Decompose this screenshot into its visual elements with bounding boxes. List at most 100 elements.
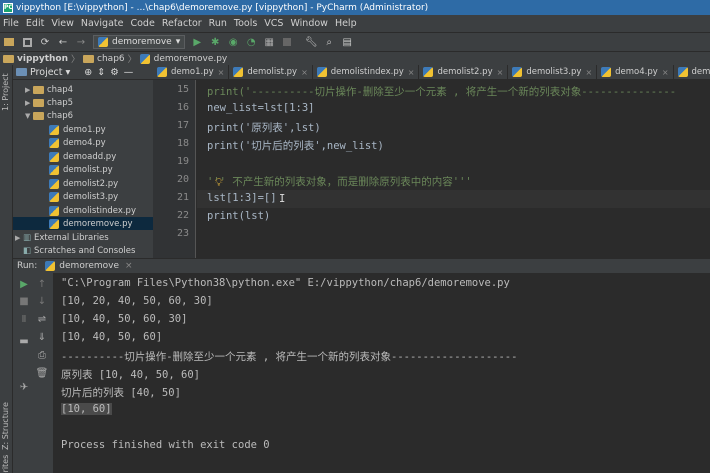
scroll-to-end-icon[interactable]: ⇓ [36,331,48,343]
tab-label: demo1.py [171,67,214,77]
breadcrumb-folder[interactable]: chap6 [97,54,125,64]
close-icon[interactable]: × [497,68,504,77]
tree-item-label: demolistindex.py [63,205,136,216]
close-icon[interactable]: × [408,68,415,77]
menu-vcs[interactable]: VCS [264,18,283,29]
tab-demo1[interactable]: demo1.py × [153,65,230,79]
menu-view[interactable]: View [51,18,74,29]
debug-icon[interactable]: ✱ [209,36,221,48]
menu-run[interactable]: Run [209,18,227,29]
tab-demo4[interactable]: demo4.py × [597,65,674,79]
tab-demolist[interactable]: demolist.py × [229,65,313,79]
tree-item-demolist2[interactable]: demolist2.py [49,177,118,190]
close-icon[interactable]: × [301,68,308,77]
tab-demoadd[interactable]: demoadd.py× [674,65,710,79]
search-icon[interactable]: ⌕ [323,36,335,48]
tree-item-label: demoremove.py [63,218,133,229]
stop-icon[interactable]: ■ [18,295,30,307]
breadcrumb-file[interactable]: demoremove.py [154,54,228,64]
project-panel-title[interactable]: Project [30,67,63,78]
hide-panel-icon[interactable]: — [124,67,134,78]
down-icon[interactable]: ↓ [36,295,48,307]
structure-icon[interactable]: ▤ [341,36,353,48]
python-file-icon [677,67,688,77]
tree-item-scratches[interactable]: ◧ Scratches and Consoles [23,244,135,257]
print-icon[interactable]: ⎙ [36,349,48,361]
lightbulb-icon[interactable]: 💡︎ [215,176,223,190]
tree-item-chap5[interactable]: ▶ chap5 [25,96,73,109]
tree-item-demoremove[interactable]: demoremove.py [13,217,153,230]
tree-item-label: Scratches and Consoles [34,245,136,256]
profile-icon[interactable]: ◔ [245,36,257,48]
tab-demolistindex[interactable]: demolistindex.py × [313,65,420,79]
structure-tool-tab[interactable]: Z: Structure [1,395,10,450]
console-line: [10, 40, 50, 60, 30] [61,313,188,325]
close-icon[interactable]: × [585,68,592,77]
tree-item-label: chap6 [47,110,74,121]
stop-icon[interactable] [281,36,293,48]
python-file-icon [139,53,150,64]
menu-edit[interactable]: Edit [26,18,44,29]
locate-icon[interactable]: ⊕ [84,67,92,78]
tree-item-demo4[interactable]: demo4.py [49,136,106,149]
clear-icon[interactable]: 🗑︎ [36,367,49,379]
layout-icon[interactable]: ▬ [18,335,30,347]
code-editor[interactable]: 15 16 17 18 19 20 21 22 23 print('------… [153,80,710,258]
pin-icon[interactable]: ✈ [18,381,30,393]
menu-navigate[interactable]: Navigate [81,18,124,29]
menu-bar: File Edit View Navigate Code Refactor Ru… [0,15,710,32]
chevron-down-icon[interactable]: ▾ [66,67,71,78]
run-tab-label[interactable]: demoremove [59,261,119,271]
menu-window[interactable]: Window [290,18,327,29]
rerun-icon[interactable]: ▶ [18,278,30,290]
up-icon[interactable]: ↑ [36,278,48,290]
folder-icon [33,85,44,94]
menu-file[interactable]: File [3,18,19,29]
python-file-icon [512,67,523,77]
python-file-icon [49,191,59,202]
concurrency-icon[interactable]: ▦ [263,36,275,48]
tab-label: demolist.py [247,67,298,77]
tree-item-chap4[interactable]: ▶ chap4 [25,83,73,96]
collapse-all-icon[interactable]: ⇕ [97,67,105,78]
tree-item-external-libraries[interactable]: ▶ ▥ External Libraries [15,231,109,244]
sync-icon[interactable]: ⟳ [39,36,51,48]
python-file-icon [601,67,612,77]
tree-item-demolist[interactable]: demolist.py [49,163,113,176]
tree-item-demolist3[interactable]: demolist3.py [49,190,118,203]
run-console[interactable]: "C:\Program Files\Python38\python.exe" E… [53,273,710,473]
run-toolbar: ▶ ↑ ■ ↓ Ⅱ ⇌ ⇓ ▬ ⎙ ✈ 🗑︎ [13,273,53,473]
menu-refactor[interactable]: Refactor [162,18,202,29]
back-icon[interactable]: ← [57,36,69,48]
menu-tools[interactable]: Tools [234,18,257,29]
breadcrumb-project[interactable]: vippython [17,54,68,64]
tree-item-demolistindex[interactable]: demolistindex.py [49,204,136,217]
tree-item-chap6[interactable]: ▼ chap6 [25,109,73,122]
text-cursor-icon: I [279,193,286,205]
python-file-icon [45,261,56,271]
forward-icon[interactable]: → [75,36,87,48]
tree-item-demo1[interactable]: demo1.py [49,123,106,136]
console-line: [10, 20, 40, 50, 60, 30] [61,295,213,307]
project-tool-tab[interactable]: 1: Project [1,71,10,111]
pause-icon[interactable]: Ⅱ [18,313,30,325]
run-config-select[interactable]: demoremove ▾ [93,35,186,49]
run-icon[interactable]: ▶ [191,36,203,48]
close-icon[interactable]: × [662,68,669,77]
tab-demolist3[interactable]: demolist3.py × [508,65,598,79]
tree-item-demoadd[interactable]: demoadd.py [49,150,116,163]
tab-demolist2[interactable]: demolist2.py × [419,65,509,79]
soft-wrap-icon[interactable]: ⇌ [36,313,48,325]
close-icon[interactable]: × [218,68,225,77]
open-folder-icon[interactable] [3,36,15,48]
gear-icon[interactable]: ⚙ [110,67,119,78]
python-file-icon [49,205,59,216]
favorites-tool-tab[interactable]: avorites [1,455,10,473]
settings-wrench-icon[interactable]: 🔧︎ [305,36,318,48]
coverage-icon[interactable]: ◉ [227,36,239,48]
line-gutter: 15 16 17 18 19 20 21 22 23 [153,80,196,258]
save-all-icon[interactable] [21,36,33,48]
menu-code[interactable]: Code [130,18,154,29]
menu-help[interactable]: Help [335,18,357,29]
close-icon[interactable]: × [125,261,133,271]
